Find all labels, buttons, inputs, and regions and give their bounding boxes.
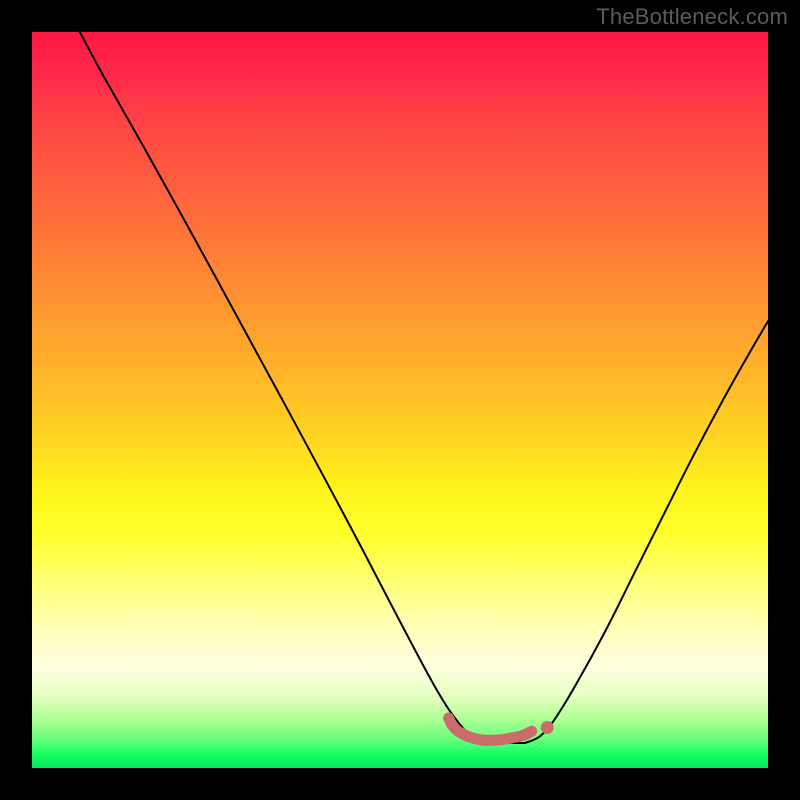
ridge-end-dot bbox=[541, 721, 554, 734]
chart-frame: TheBottleneck.com bbox=[0, 0, 800, 800]
optimal-ridge bbox=[449, 718, 532, 740]
watermark-text: TheBottleneck.com bbox=[596, 4, 788, 30]
bottleneck-curve-right bbox=[525, 321, 768, 743]
bottleneck-curve-left bbox=[80, 32, 525, 743]
curve-layer bbox=[32, 32, 768, 768]
plot-area bbox=[32, 32, 768, 768]
